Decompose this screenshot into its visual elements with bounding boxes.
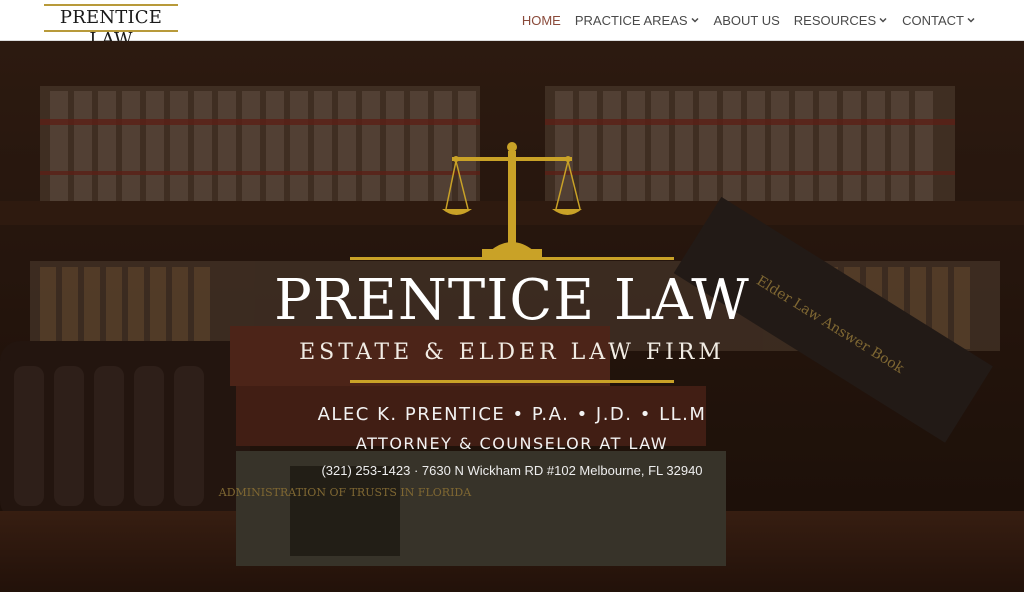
nav-contact-label: CONTACT [902,12,964,28]
hero-title: PRENTICE LAW [274,268,750,333]
nav-resources-label: RESOURCES [793,12,877,28]
chevron-down-icon [879,17,887,23]
nav-home[interactable]: HOME [522,13,561,28]
site-logo[interactable]: PRENTICE LAW [44,4,178,50]
chevron-down-icon [967,17,975,23]
logo-bottom-rule [44,30,178,32]
nav-about-us[interactable]: ABOUT US [714,13,780,28]
chevron-down-icon [691,17,699,23]
logo-top-rule [44,4,178,6]
scales-of-justice-icon [442,142,582,257]
contact-info: (321) 253-1423 · 7630 N Wickham RD #102 … [321,463,703,478]
site-header: PRENTICE LAW HOME PRACTICE AREAS ABOUT U… [0,0,1024,50]
nav-contact[interactable]: CONTACT [902,13,976,28]
subtitle-bottom-rule [350,380,674,383]
hero-subtitle: ESTATE & ELDER LAW FIRM [299,340,725,365]
title-top-rule [350,257,674,260]
hero-section: ADMINISTRATION OF TRUSTS IN FLORIDA Elde… [0,41,1024,592]
nav-resources[interactable]: RESOURCES [794,13,888,28]
attorney-credentials: ALEC K. PRENTICE • P.A. • J.D. • LL.M [317,404,707,425]
nav-practice-areas[interactable]: PRACTICE AREAS [575,13,700,28]
main-nav: HOME PRACTICE AREAS ABOUT US RESOURCES C… [522,0,976,40]
nav-practice-areas-label: PRACTICE AREAS [574,12,688,28]
attorney-role: ATTORNEY & COUNSELOR AT LAW [355,434,669,453]
nav-home-label: HOME [521,12,561,28]
nav-about-us-label: ABOUT US [713,12,780,28]
